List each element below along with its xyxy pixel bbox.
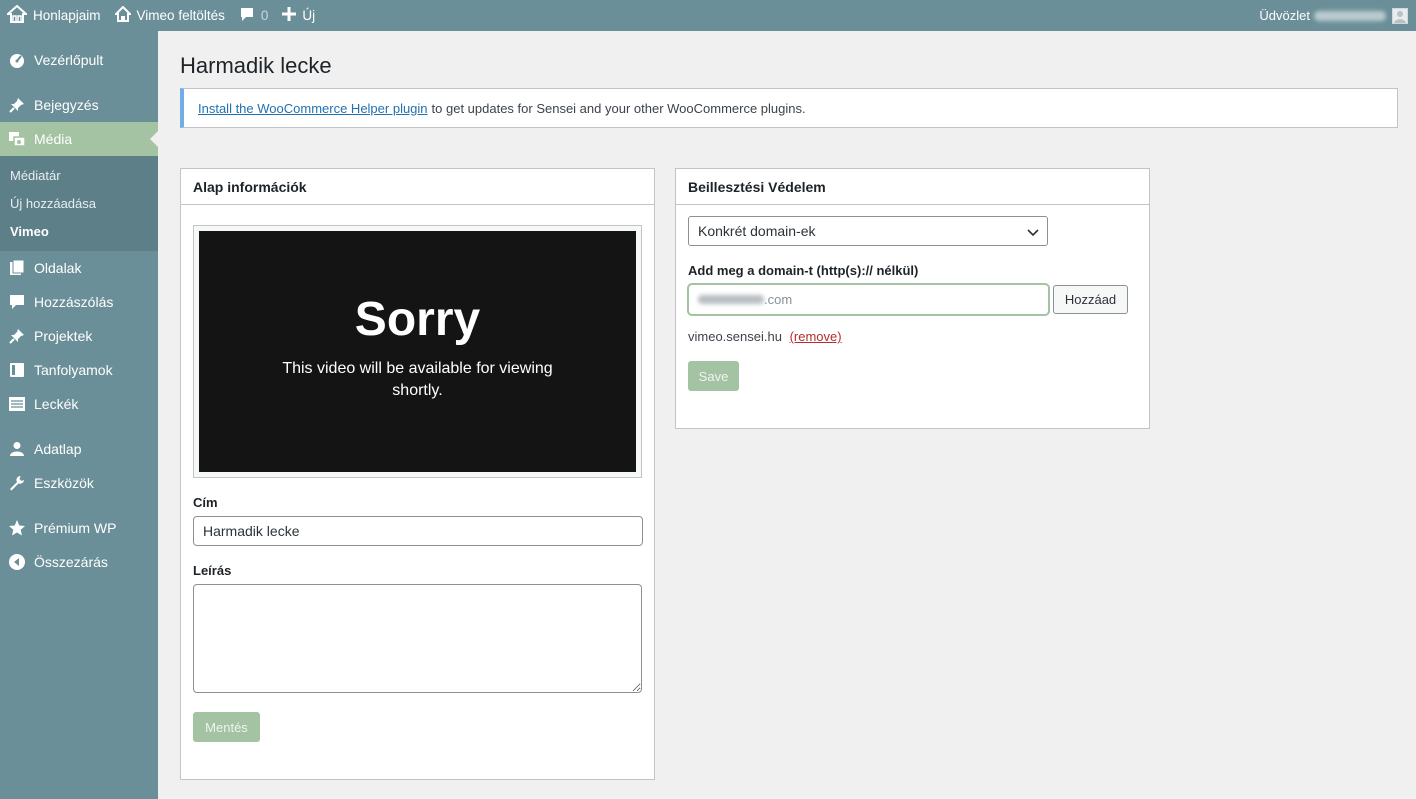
comments-count: 0 — [260, 8, 269, 23]
domain-input[interactable]: .com — [688, 284, 1049, 315]
sidebar-item-label: Média — [34, 131, 73, 147]
comment-icon — [8, 293, 26, 311]
sidebar-item-label: Bejegyzés — [34, 97, 99, 113]
sites-icon — [5, 4, 33, 26]
sidebar-item-media[interactable]: Média — [0, 122, 158, 156]
sidebar-item-lessons[interactable]: Leckék — [0, 387, 158, 421]
sidebar-item-tools[interactable]: Eszközök — [0, 466, 158, 500]
sidebar-item-pages[interactable]: Oldalak — [0, 251, 158, 285]
video-placeholder: Sorry This video will be available for v… — [199, 231, 636, 472]
home-icon — [113, 5, 137, 25]
admin-sidebar: Vezérlőpult Bejegyzés Média Médiatár Új … — [0, 31, 158, 799]
list-icon — [8, 395, 26, 413]
site-link[interactable]: Vimeo feltöltés — [108, 0, 232, 31]
my-account[interactable]: Üdvözlet — [1259, 7, 1416, 24]
sidebar-item-label: Adatlap — [34, 441, 82, 457]
sidebar-item-projects[interactable]: Projektek — [0, 319, 158, 353]
sidebar-collapse[interactable]: Összezárás — [0, 545, 158, 579]
sidebar-item-label: Leckék — [34, 396, 79, 412]
helper-notice: Install the WooCommerce Helper plugin to… — [180, 88, 1398, 128]
greeting: Üdvözlet — [1259, 8, 1310, 23]
sidebar-item-profile[interactable]: Adatlap — [0, 432, 158, 466]
title-input[interactable] — [193, 516, 643, 546]
domain-label: Add meg a domain-t (http(s):// nélkül) — [688, 263, 919, 278]
add-domain-button[interactable]: Hozzáad — [1053, 285, 1128, 314]
avatar — [1392, 7, 1408, 24]
install-helper-link[interactable]: Install the WooCommerce Helper plugin — [198, 101, 428, 116]
comments-link[interactable]: 0 — [232, 0, 276, 31]
collapse-icon — [8, 553, 26, 571]
title-label: Cím — [193, 495, 218, 510]
description-textarea[interactable] — [193, 584, 642, 693]
chevron-down-icon — [1027, 225, 1039, 241]
sidebar-item-label: Oldalak — [34, 260, 82, 276]
video-heading: Sorry — [354, 292, 481, 346]
sidebar-item-premium-wp[interactable]: Prémium WP — [0, 511, 158, 545]
sidebar-item-posts[interactable]: Bejegyzés — [0, 88, 158, 122]
video-message: This video will be available for viewing… — [282, 359, 553, 399]
site-name: Honlapjaim — [33, 8, 101, 23]
new-label: Új — [302, 8, 316, 23]
basic-info-box: Alap információk Sorry This video will b… — [180, 168, 655, 780]
sidebar-item-label: Prémium WP — [34, 520, 117, 536]
remove-domain-link[interactable]: (remove) — [790, 329, 842, 344]
blurred-domain — [698, 295, 764, 304]
sidebar-item-label: Vezérlőpult — [34, 52, 104, 68]
sidebar-item-label: Összezárás — [34, 554, 108, 570]
site-link-label: Vimeo feltöltés — [136, 8, 225, 23]
comment-icon — [239, 6, 261, 25]
submenu-item-library[interactable]: Médiatár — [0, 161, 158, 189]
video-preview[interactable]: Sorry This video will be available for v… — [193, 225, 642, 478]
book-icon — [8, 361, 26, 379]
pages-icon — [8, 259, 26, 277]
media-icon — [8, 130, 26, 148]
plus-icon — [282, 7, 302, 24]
site-home-link[interactable]: Honlapjaim — [0, 0, 108, 31]
submenu-item-vimeo[interactable]: Vimeo — [0, 217, 158, 245]
domain-mode-select[interactable]: Konkrét domain-ek — [688, 216, 1048, 246]
wrench-icon — [8, 474, 26, 492]
sidebar-item-comments[interactable]: Hozzászólás — [0, 285, 158, 319]
select-value: Konkrét domain-ek — [698, 223, 816, 239]
sidebar-item-label: Hozzászólás — [34, 294, 114, 310]
sidebar-item-label: Eszközök — [34, 475, 94, 491]
domain-name: vimeo.sensei.hu — [688, 329, 782, 344]
pin-icon — [8, 327, 26, 345]
description-label: Leírás — [193, 563, 232, 578]
domain-list-item: vimeo.sensei.hu (remove) — [688, 329, 842, 344]
embed-save-button[interactable]: Save — [688, 361, 739, 391]
embed-protection-box: Beillesztési Védelem Konkrét domain-ek A… — [675, 168, 1150, 429]
media-submenu: Médiatár Új hozzáadása Vimeo — [0, 156, 158, 251]
star-icon — [8, 519, 26, 537]
page-title: Harmadik lecke — [180, 53, 332, 78]
sidebar-item-courses[interactable]: Tanfolyamok — [0, 353, 158, 387]
sidebar-item-label: Projektek — [34, 328, 93, 344]
new-content-link[interactable]: Új — [275, 0, 322, 31]
main-content: Harmadik lecke Install the WooCommerce H… — [158, 31, 1416, 799]
user-icon — [8, 440, 26, 458]
sidebar-item-label: Tanfolyamok — [34, 362, 113, 378]
blurred-username — [1314, 10, 1386, 21]
domain-input-suffix: .com — [764, 292, 793, 307]
submenu-item-add-new[interactable]: Új hozzáadása — [0, 189, 158, 217]
save-button[interactable]: Mentés — [193, 712, 260, 742]
embed-protection-title: Beillesztési Védelem — [676, 169, 1149, 205]
sidebar-item-dashboard[interactable]: Vezérlőpult — [0, 43, 158, 77]
basic-info-title: Alap információk — [181, 169, 654, 205]
pin-icon — [8, 96, 26, 114]
admin-bar: Honlapjaim Vimeo feltöltés 0 Új Üdvözlet — [0, 0, 1416, 31]
dashboard-icon — [8, 51, 26, 69]
notice-text: to get updates for Sensei and your other… — [431, 100, 806, 116]
